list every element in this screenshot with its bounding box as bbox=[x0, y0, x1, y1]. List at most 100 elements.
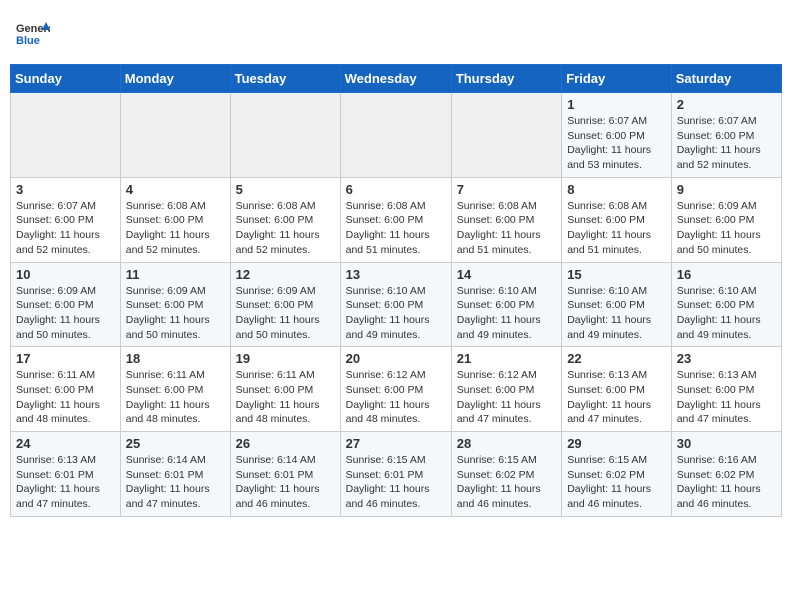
calendar-cell: 30 Sunrise: 6:16 AMSunset: 6:02 PMDayligh… bbox=[671, 432, 781, 517]
weekday-header-row: SundayMondayTuesdayWednesdayThursdayFrid… bbox=[11, 65, 782, 93]
calendar-cell bbox=[230, 93, 340, 178]
day-detail: Sunrise: 6:13 AMSunset: 6:00 PMDaylight:… bbox=[567, 368, 666, 427]
calendar-cell bbox=[340, 93, 451, 178]
day-number: 6 bbox=[346, 182, 446, 197]
day-number: 13 bbox=[346, 267, 446, 282]
day-detail: Sunrise: 6:10 AMSunset: 6:00 PMDaylight:… bbox=[567, 284, 666, 343]
logo: General Blue bbox=[14, 16, 50, 52]
calendar-cell bbox=[120, 93, 230, 178]
day-detail: Sunrise: 6:07 AMSunset: 6:00 PMDaylight:… bbox=[567, 114, 666, 173]
day-detail: Sunrise: 6:15 AMSunset: 6:02 PMDaylight:… bbox=[567, 453, 666, 512]
day-detail: Sunrise: 6:08 AMSunset: 6:00 PMDaylight:… bbox=[567, 199, 666, 258]
calendar-cell: 6 Sunrise: 6:08 AMSunset: 6:00 PMDaylight… bbox=[340, 177, 451, 262]
weekday-header-tuesday: Tuesday bbox=[230, 65, 340, 93]
header: General Blue bbox=[10, 10, 782, 58]
week-row-5: 24 Sunrise: 6:13 AMSunset: 6:01 PMDayligh… bbox=[11, 432, 782, 517]
weekday-header-saturday: Saturday bbox=[671, 65, 781, 93]
day-number: 25 bbox=[126, 436, 225, 451]
calendar-cell: 13 Sunrise: 6:10 AMSunset: 6:00 PMDayligh… bbox=[340, 262, 451, 347]
day-number: 1 bbox=[567, 97, 666, 112]
calendar-cell: 12 Sunrise: 6:09 AMSunset: 6:00 PMDayligh… bbox=[230, 262, 340, 347]
day-number: 14 bbox=[457, 267, 556, 282]
day-number: 26 bbox=[236, 436, 335, 451]
day-number: 24 bbox=[16, 436, 115, 451]
day-detail: Sunrise: 6:13 AMSunset: 6:00 PMDaylight:… bbox=[677, 368, 776, 427]
day-detail: Sunrise: 6:13 AMSunset: 6:01 PMDaylight:… bbox=[16, 453, 115, 512]
day-number: 3 bbox=[16, 182, 115, 197]
day-number: 19 bbox=[236, 351, 335, 366]
calendar-cell: 27 Sunrise: 6:15 AMSunset: 6:01 PMDayligh… bbox=[340, 432, 451, 517]
calendar-cell bbox=[451, 93, 561, 178]
calendar-cell: 24 Sunrise: 6:13 AMSunset: 6:01 PMDayligh… bbox=[11, 432, 121, 517]
calendar-cell: 5 Sunrise: 6:08 AMSunset: 6:00 PMDaylight… bbox=[230, 177, 340, 262]
day-number: 12 bbox=[236, 267, 335, 282]
day-number: 22 bbox=[567, 351, 666, 366]
calendar-cell: 2 Sunrise: 6:07 AMSunset: 6:00 PMDaylight… bbox=[671, 93, 781, 178]
week-row-1: 1 Sunrise: 6:07 AMSunset: 6:00 PMDaylight… bbox=[11, 93, 782, 178]
weekday-header-friday: Friday bbox=[562, 65, 672, 93]
calendar-cell: 16 Sunrise: 6:10 AMSunset: 6:00 PMDayligh… bbox=[671, 262, 781, 347]
day-number: 11 bbox=[126, 267, 225, 282]
day-detail: Sunrise: 6:15 AMSunset: 6:02 PMDaylight:… bbox=[457, 453, 556, 512]
day-detail: Sunrise: 6:11 AMSunset: 6:00 PMDaylight:… bbox=[236, 368, 335, 427]
calendar-cell: 19 Sunrise: 6:11 AMSunset: 6:00 PMDayligh… bbox=[230, 347, 340, 432]
day-detail: Sunrise: 6:10 AMSunset: 6:00 PMDaylight:… bbox=[677, 284, 776, 343]
day-detail: Sunrise: 6:10 AMSunset: 6:00 PMDaylight:… bbox=[457, 284, 556, 343]
day-detail: Sunrise: 6:12 AMSunset: 6:00 PMDaylight:… bbox=[457, 368, 556, 427]
day-number: 28 bbox=[457, 436, 556, 451]
day-detail: Sunrise: 6:11 AMSunset: 6:00 PMDaylight:… bbox=[126, 368, 225, 427]
day-detail: Sunrise: 6:08 AMSunset: 6:00 PMDaylight:… bbox=[346, 199, 446, 258]
calendar-cell bbox=[11, 93, 121, 178]
day-number: 4 bbox=[126, 182, 225, 197]
calendar-cell: 25 Sunrise: 6:14 AMSunset: 6:01 PMDayligh… bbox=[120, 432, 230, 517]
day-number: 27 bbox=[346, 436, 446, 451]
day-detail: Sunrise: 6:14 AMSunset: 6:01 PMDaylight:… bbox=[236, 453, 335, 512]
day-detail: Sunrise: 6:16 AMSunset: 6:02 PMDaylight:… bbox=[677, 453, 776, 512]
day-number: 16 bbox=[677, 267, 776, 282]
weekday-header-sunday: Sunday bbox=[11, 65, 121, 93]
week-row-3: 10 Sunrise: 6:09 AMSunset: 6:00 PMDayligh… bbox=[11, 262, 782, 347]
day-detail: Sunrise: 6:09 AMSunset: 6:00 PMDaylight:… bbox=[677, 199, 776, 258]
day-number: 10 bbox=[16, 267, 115, 282]
calendar-cell: 21 Sunrise: 6:12 AMSunset: 6:00 PMDayligh… bbox=[451, 347, 561, 432]
day-detail: Sunrise: 6:07 AMSunset: 6:00 PMDaylight:… bbox=[677, 114, 776, 173]
day-detail: Sunrise: 6:07 AMSunset: 6:00 PMDaylight:… bbox=[16, 199, 115, 258]
day-number: 7 bbox=[457, 182, 556, 197]
day-detail: Sunrise: 6:14 AMSunset: 6:01 PMDaylight:… bbox=[126, 453, 225, 512]
calendar-cell: 9 Sunrise: 6:09 AMSunset: 6:00 PMDaylight… bbox=[671, 177, 781, 262]
day-number: 30 bbox=[677, 436, 776, 451]
svg-text:Blue: Blue bbox=[16, 35, 40, 47]
day-number: 18 bbox=[126, 351, 225, 366]
week-row-4: 17 Sunrise: 6:11 AMSunset: 6:00 PMDayligh… bbox=[11, 347, 782, 432]
day-detail: Sunrise: 6:11 AMSunset: 6:00 PMDaylight:… bbox=[16, 368, 115, 427]
weekday-header-wednesday: Wednesday bbox=[340, 65, 451, 93]
day-detail: Sunrise: 6:12 AMSunset: 6:00 PMDaylight:… bbox=[346, 368, 446, 427]
logo-svg: General Blue bbox=[14, 16, 50, 52]
day-number: 15 bbox=[567, 267, 666, 282]
day-detail: Sunrise: 6:08 AMSunset: 6:00 PMDaylight:… bbox=[457, 199, 556, 258]
calendar-cell: 28 Sunrise: 6:15 AMSunset: 6:02 PMDayligh… bbox=[451, 432, 561, 517]
calendar-cell: 14 Sunrise: 6:10 AMSunset: 6:00 PMDayligh… bbox=[451, 262, 561, 347]
calendar-cell: 8Sunrise: 6:08 AMSunset: 6:00 PMDaylight… bbox=[562, 177, 672, 262]
day-number: 9 bbox=[677, 182, 776, 197]
calendar-cell: 4Sunrise: 6:08 AMSunset: 6:00 PMDaylight… bbox=[120, 177, 230, 262]
calendar-cell: 18 Sunrise: 6:11 AMSunset: 6:00 PMDayligh… bbox=[120, 347, 230, 432]
day-detail: Sunrise: 6:10 AMSunset: 6:00 PMDaylight:… bbox=[346, 284, 446, 343]
calendar-cell: 23Sunrise: 6:13 AMSunset: 6:00 PMDayligh… bbox=[671, 347, 781, 432]
calendar-cell: 17 Sunrise: 6:11 AMSunset: 6:00 PMDayligh… bbox=[11, 347, 121, 432]
calendar-cell: 1 Sunrise: 6:07 AMSunset: 6:00 PMDaylight… bbox=[562, 93, 672, 178]
day-number: 17 bbox=[16, 351, 115, 366]
day-detail: Sunrise: 6:15 AMSunset: 6:01 PMDaylight:… bbox=[346, 453, 446, 512]
day-number: 2 bbox=[677, 97, 776, 112]
calendar-cell: 29 Sunrise: 6:15 AMSunset: 6:02 PMDayligh… bbox=[562, 432, 672, 517]
calendar-cell: 3 Sunrise: 6:07 AMSunset: 6:00 PMDaylight… bbox=[11, 177, 121, 262]
day-number: 21 bbox=[457, 351, 556, 366]
day-number: 29 bbox=[567, 436, 666, 451]
day-detail: Sunrise: 6:08 AMSunset: 6:00 PMDaylight:… bbox=[236, 199, 335, 258]
weekday-header-monday: Monday bbox=[120, 65, 230, 93]
weekday-header-thursday: Thursday bbox=[451, 65, 561, 93]
calendar-cell: 22 Sunrise: 6:13 AMSunset: 6:00 PMDayligh… bbox=[562, 347, 672, 432]
day-number: 5 bbox=[236, 182, 335, 197]
calendar-cell: 26 Sunrise: 6:14 AMSunset: 6:01 PMDayligh… bbox=[230, 432, 340, 517]
day-detail: Sunrise: 6:09 AMSunset: 6:00 PMDaylight:… bbox=[236, 284, 335, 343]
